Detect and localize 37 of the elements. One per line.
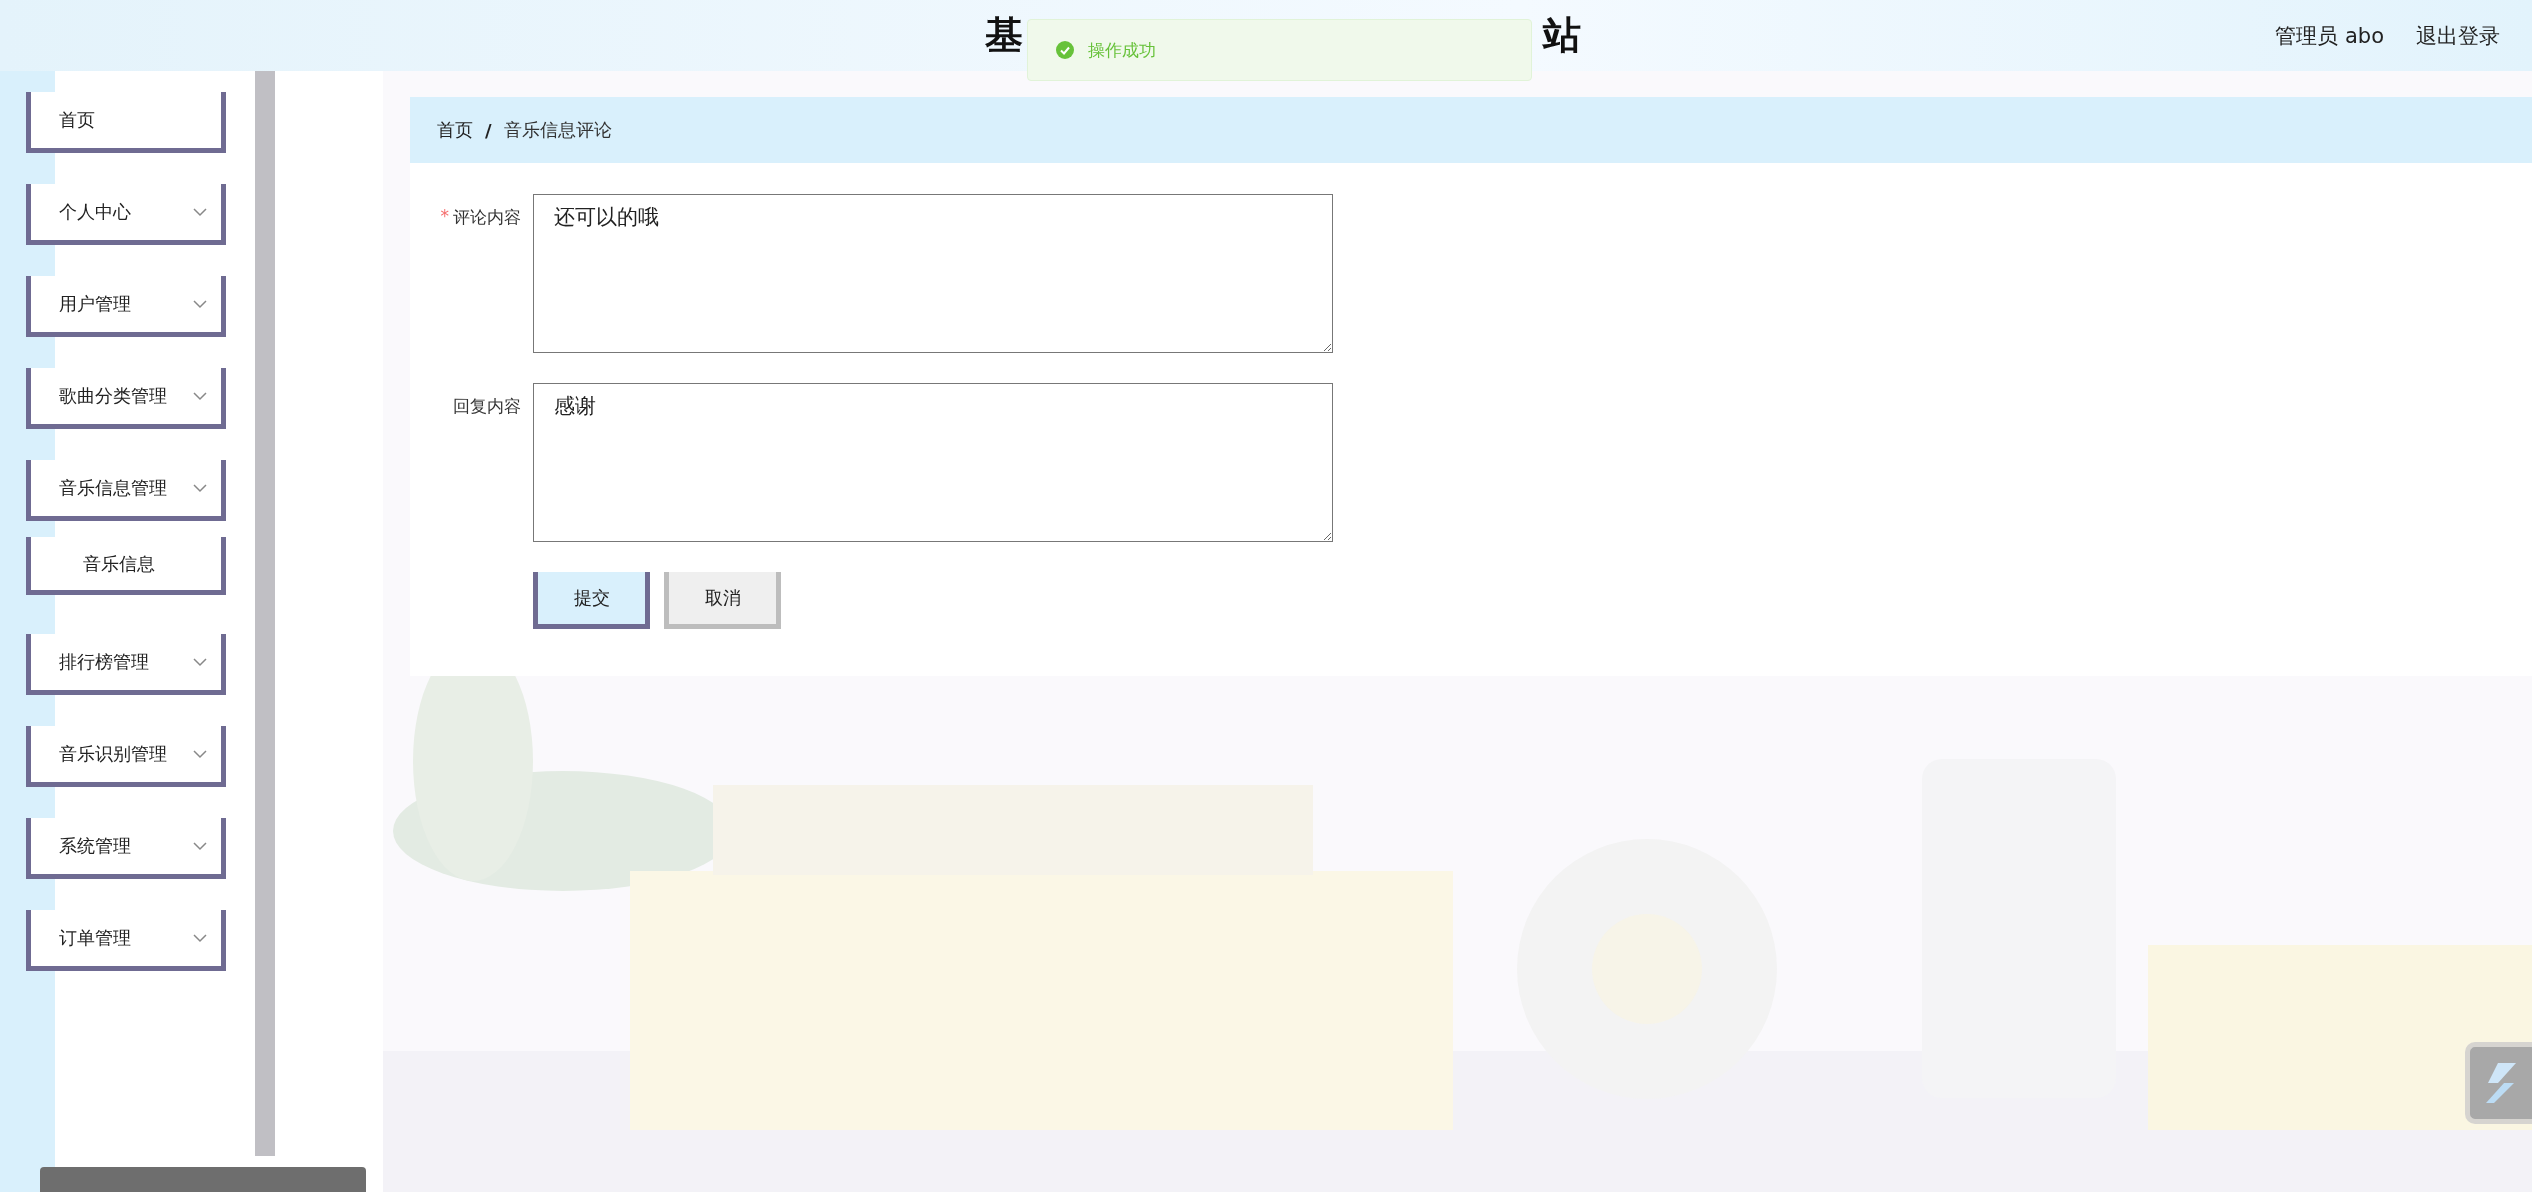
sidebar-menu-item[interactable]: 音乐信息管理 bbox=[26, 460, 226, 521]
cancel-button[interactable]: 取消 bbox=[664, 572, 781, 629]
chevron-down-icon bbox=[193, 483, 207, 493]
sidebar-menu-item[interactable]: 音乐识别管理 bbox=[26, 726, 226, 787]
chevron-down-icon bbox=[193, 391, 207, 401]
logout-link[interactable]: 退出登录 bbox=[2416, 21, 2500, 50]
lightning-icon bbox=[2484, 1061, 2518, 1105]
submit-button[interactable]: 提交 bbox=[533, 572, 650, 629]
user-name[interactable]: 管理员 abo bbox=[2275, 21, 2384, 50]
field-label: 回复内容 bbox=[453, 395, 521, 418]
sidebar-menu-item[interactable]: 个人中心 bbox=[26, 184, 226, 245]
text-area[interactable]: 感谢 bbox=[533, 383, 1333, 542]
scrollbar[interactable] bbox=[255, 71, 275, 1156]
chevron-down-icon bbox=[193, 749, 207, 759]
chevron-down-icon bbox=[193, 841, 207, 851]
sidebar-menu-item[interactable]: 首页 bbox=[26, 92, 226, 153]
field-label: 评论内容 bbox=[453, 206, 521, 229]
sidebar-menu-item[interactable]: 订单管理 bbox=[26, 910, 226, 971]
sidebar-menu-item[interactable]: 排行榜管理 bbox=[26, 634, 226, 695]
required-mark: * bbox=[440, 206, 449, 228]
chevron-down-icon bbox=[193, 657, 207, 667]
breadcrumb-item: 音乐信息评论 bbox=[503, 118, 612, 142]
floating-widget[interactable] bbox=[2465, 1042, 2532, 1124]
sidebar-menu-item[interactable]: 系统管理 bbox=[26, 818, 226, 879]
sidebar-menu-item[interactable]: 用户管理 bbox=[26, 276, 226, 337]
sidebar-submenu-item[interactable]: 音乐信息 bbox=[26, 537, 226, 595]
site-title: 站 bbox=[1542, 12, 1581, 59]
chevron-down-icon bbox=[193, 933, 207, 943]
sidebar-menu-item[interactable]: 歌曲分类管理 bbox=[26, 368, 226, 429]
breadcrumb-item[interactable]: 首页 bbox=[437, 118, 473, 142]
chevron-down-icon bbox=[193, 299, 207, 309]
breadcrumb-separator: / bbox=[485, 119, 492, 141]
chevron-down-icon bbox=[193, 207, 207, 217]
site-title: 基 bbox=[984, 12, 1023, 59]
check-circle-icon bbox=[1056, 41, 1074, 59]
text-area[interactable]: 还可以的哦 bbox=[533, 194, 1333, 353]
toast-message: 操作成功 bbox=[1088, 38, 1156, 62]
